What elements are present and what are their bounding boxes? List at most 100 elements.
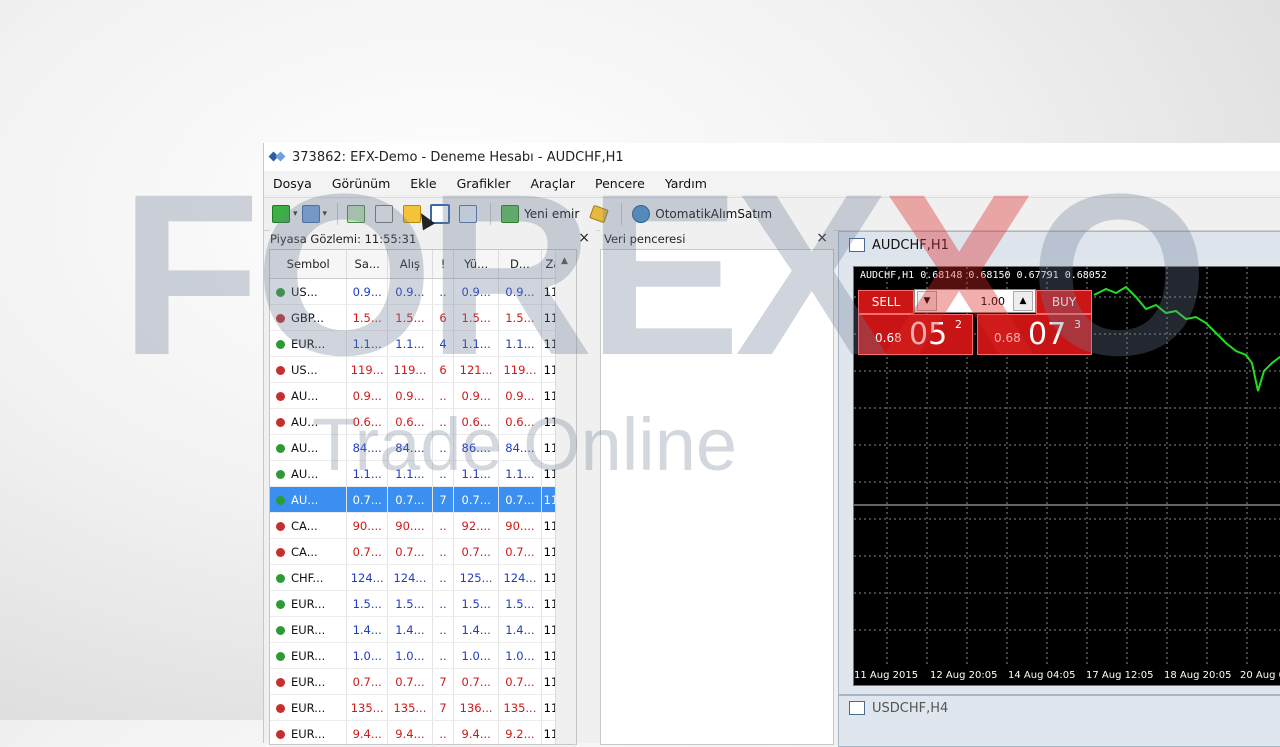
- table-row[interactable]: AU...0.7...0.7...70.7...0.7...11:...: [270, 486, 577, 513]
- price-cell: 0.7...: [387, 668, 433, 695]
- symbol-cell: CHF...: [270, 564, 348, 591]
- price-cell: 9.4...: [387, 720, 433, 747]
- symbol-cell: EUR...: [270, 616, 348, 643]
- symbol-cell: EUR...: [270, 590, 348, 617]
- price-cell: 124...: [346, 564, 388, 591]
- symbol-cell: EUR...: [270, 720, 348, 747]
- arrow-up-icon: [276, 573, 285, 583]
- price-cell: 9.2...: [498, 720, 542, 747]
- price-cell: ..: [432, 642, 455, 669]
- symbol-cell: EUR...: [270, 642, 348, 669]
- price-cell: 1.0...: [453, 642, 500, 669]
- price-cell: 124...: [498, 564, 542, 591]
- price-cell: 1.0...: [387, 642, 433, 669]
- chart-window-titlebar: USDCHF,H4: [839, 696, 1280, 720]
- symbol-name: EUR...: [291, 622, 326, 637]
- table-row[interactable]: CHF...124...124.....125...124...11:...: [270, 564, 577, 591]
- symbol-cell: CA...: [270, 512, 348, 539]
- table-row[interactable]: EUR...0.7...0.7...70.7...0.7...11:...: [270, 668, 577, 695]
- symbol-cell: EUR...: [270, 694, 348, 721]
- price-cell: 9.4...: [453, 720, 500, 747]
- time-axis-label: 12 Aug 20:05: [930, 670, 998, 681]
- price-cell: 1.5...: [498, 590, 542, 617]
- price-cell: 1.4...: [453, 616, 500, 643]
- price-cell: 0.7...: [346, 668, 388, 695]
- price-cell: 90....: [387, 512, 433, 539]
- price-cell: 124...: [387, 564, 433, 591]
- symbol-cell: AU...: [270, 486, 348, 513]
- price-cell: 0.7...: [387, 486, 433, 513]
- arrow-up-icon: [276, 651, 285, 661]
- price-cell: 1.0...: [346, 642, 388, 669]
- arrow-up-icon: [276, 469, 285, 479]
- watermark-tagline: Trade Online: [312, 403, 738, 486]
- price-cell: ..: [432, 538, 455, 565]
- symbol-name: AU...: [291, 492, 319, 507]
- symbol-name: EUR...: [291, 596, 326, 611]
- price-cell: ..: [432, 720, 455, 747]
- arrow-down-icon: [276, 521, 285, 531]
- table-row[interactable]: CA...0.7...0.7.....0.7...0.7...11:...: [270, 538, 577, 565]
- price-cell: 135...: [346, 694, 388, 721]
- symbol-cell: EUR...: [270, 668, 348, 695]
- chart-window-usdchf[interactable]: USDCHF,H4: [838, 695, 1280, 747]
- time-axis-label: 20 Aug 0: [1240, 670, 1280, 681]
- price-cell: 0.7...: [453, 668, 500, 695]
- price-cell: 1.5...: [453, 590, 500, 617]
- price-cell: 1.5...: [346, 590, 388, 617]
- price-cell: 7: [432, 486, 455, 513]
- time-axis-label: 14 Aug 04:05: [1008, 670, 1076, 681]
- table-row[interactable]: EUR...1.4...1.4.....1.4...1.4...11:...: [270, 616, 577, 643]
- price-cell: 0.7...: [498, 538, 542, 565]
- arrow-up-icon: [276, 495, 285, 505]
- time-axis-label: 17 Aug 12:05: [1086, 670, 1154, 681]
- symbol-cell: CA...: [270, 538, 348, 565]
- watermark-logo: FOREXXO: [120, 160, 1209, 390]
- price-cell: 135...: [387, 694, 433, 721]
- symbol-name: EUR...: [291, 648, 326, 663]
- arrow-up-icon: [276, 443, 285, 453]
- symbol-name: CA...: [291, 518, 318, 533]
- price-cell: 0.7...: [453, 486, 500, 513]
- chart-window-icon: [849, 701, 865, 715]
- arrow-down-icon: [276, 677, 285, 687]
- time-axis-label: 18 Aug 20:05: [1164, 670, 1232, 681]
- table-row[interactable]: EUR...1.5...1.5.....1.5...1.5...11:...: [270, 590, 577, 617]
- price-cell: 0.7...: [346, 486, 388, 513]
- time-axis: 11 Aug 2015 12 Aug 20:05 14 Aug 04:05 17…: [854, 667, 1280, 685]
- price-cell: 0.7...: [387, 538, 433, 565]
- table-row[interactable]: CA...90....90......92....90....11:...: [270, 512, 577, 539]
- table-row[interactable]: EUR...9.4...9.4.....9.4...9.2...11:...: [270, 720, 577, 747]
- price-cell: 125...: [453, 564, 500, 591]
- price-cell: 1.4...: [498, 616, 542, 643]
- watermark-brand-end: O: [1029, 146, 1209, 403]
- symbol-name: EUR...: [291, 674, 326, 689]
- price-cell: 90....: [346, 512, 388, 539]
- price-cell: 92....: [453, 512, 500, 539]
- price-cell: 0.7...: [346, 538, 388, 565]
- arrow-down-icon: [276, 729, 285, 739]
- price-cell: ..: [432, 616, 455, 643]
- price-cell: 136...: [453, 694, 500, 721]
- price-cell: ..: [432, 590, 455, 617]
- arrow-up-icon: [276, 625, 285, 635]
- arrow-up-icon: [276, 599, 285, 609]
- price-cell: 7: [432, 668, 455, 695]
- price-cell: ..: [432, 564, 455, 591]
- arrow-down-icon: [276, 547, 285, 557]
- watermark-brand: FOREX: [120, 146, 888, 403]
- table-row[interactable]: EUR...135...135...7136...135...11:...: [270, 694, 577, 721]
- price-cell: 7: [432, 694, 455, 721]
- price-cell: 1.0...: [498, 642, 542, 669]
- price-cell: 1.4...: [346, 616, 388, 643]
- symbol-name: CHF...: [291, 570, 324, 585]
- price-cell: 90....: [498, 512, 542, 539]
- arrow-down-icon: [276, 703, 285, 713]
- symbol-name: EUR...: [291, 726, 326, 741]
- time-axis-label: 11 Aug 2015: [854, 670, 919, 681]
- price-cell: 0.7...: [453, 538, 500, 565]
- table-row[interactable]: EUR...1.0...1.0.....1.0...1.0...11:...: [270, 642, 577, 669]
- symbol-name: CA...: [291, 544, 318, 559]
- watermark-brand-x: X: [882, 146, 1035, 403]
- price-cell: 1.5...: [387, 590, 433, 617]
